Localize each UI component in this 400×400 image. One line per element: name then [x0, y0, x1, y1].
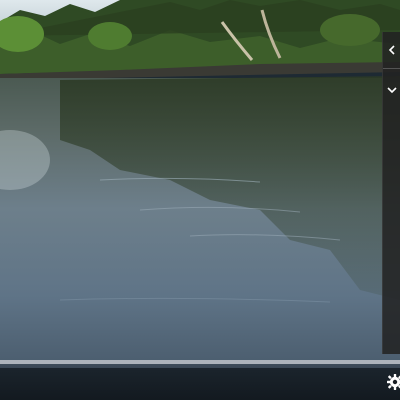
collapse-panel-button[interactable] — [383, 32, 400, 69]
bottom-control-bar — [0, 364, 400, 400]
expand-options-button[interactable] — [383, 72, 400, 108]
settings-button[interactable] — [386, 373, 400, 391]
scene-image — [0, 0, 400, 368]
photo-viewer — [0, 0, 400, 400]
chevron-down-icon — [387, 87, 397, 94]
side-panel — [382, 32, 400, 354]
gear-icon — [387, 374, 400, 390]
chevron-left-icon — [388, 45, 395, 55]
